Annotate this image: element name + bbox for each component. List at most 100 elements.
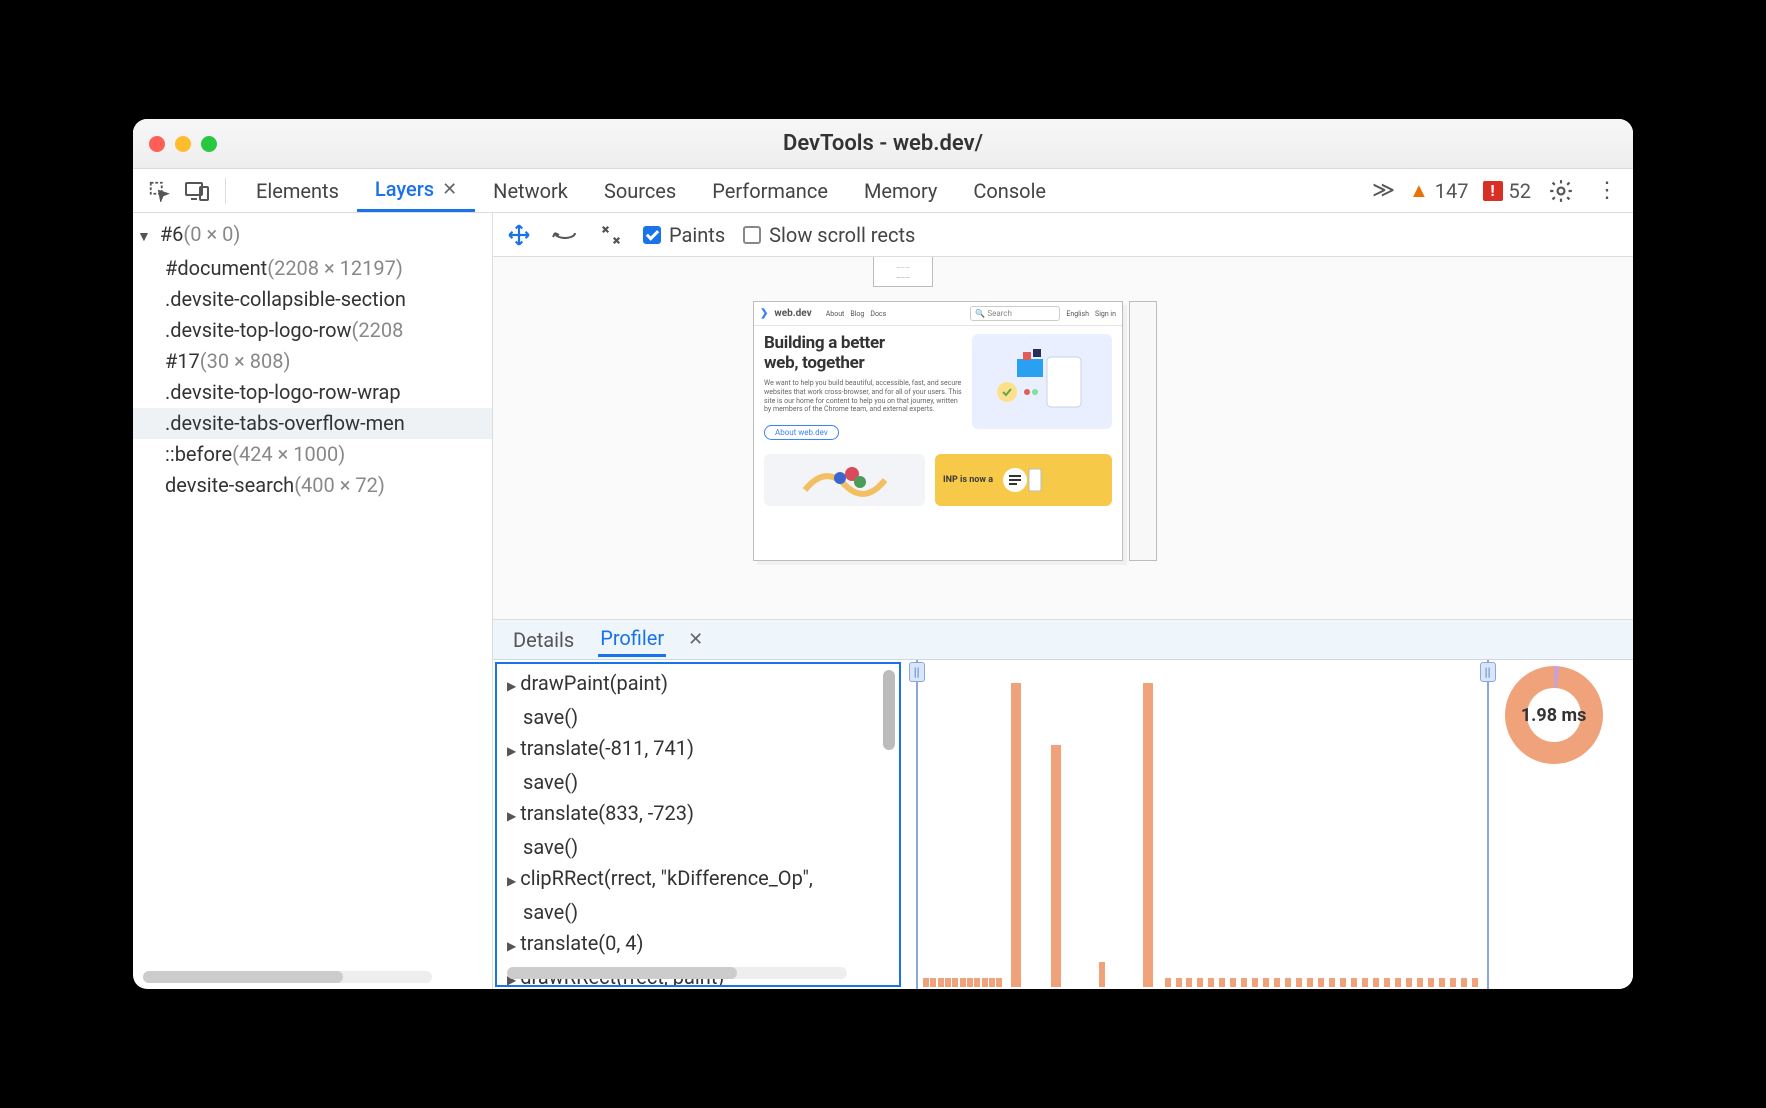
errors-badge[interactable]: ! 52 <box>1483 179 1531 203</box>
commands-hscrollbar[interactable] <box>507 967 847 979</box>
profiler-chart[interactable]: || || 1.98 ms <box>901 660 1633 989</box>
chart-bar <box>1461 978 1467 987</box>
tab-profiler[interactable]: Profiler <box>598 622 666 657</box>
tree-row[interactable]: .devsite-top-logo-row(2208 <box>133 315 492 346</box>
chart-bar <box>1351 978 1357 987</box>
chart-bar <box>952 978 958 987</box>
kebab-menu-icon[interactable]: ⋮ <box>1591 175 1623 207</box>
tree-row-label: devsite-search <box>165 473 294 497</box>
chart-bar <box>930 978 936 987</box>
pan-icon[interactable] <box>505 221 533 249</box>
inspect-element-icon[interactable] <box>143 175 175 207</box>
tab-label: Performance <box>712 179 828 203</box>
nav-blog: Blog <box>850 310 864 318</box>
tree-row[interactable]: #document(2208 × 12197) <box>133 253 492 284</box>
tab-label: Elements <box>256 179 339 203</box>
layer-scrollbar <box>1129 301 1157 561</box>
rotate-icon[interactable] <box>551 221 579 249</box>
commands-vscrollbar[interactable] <box>883 670 895 750</box>
toolbar-right-cluster: ≫ ▲ 147 ! 52 ⋮ <box>1372 175 1623 207</box>
command-row[interactable]: translate(833, -723) <box>507 798 893 832</box>
devtools-window: DevTools - web.dev/ ElementsLayers✕Netwo… <box>133 119 1633 989</box>
tree-row-dim: (400 × 72) <box>294 473 385 497</box>
tree-row[interactable]: .devsite-collapsible-section <box>133 284 492 315</box>
slow-scroll-rects-checkbox[interactable]: Slow scroll rects <box>743 223 915 247</box>
tree-row-label: .devsite-collapsible-section <box>165 287 406 311</box>
range-handle-right[interactable]: || <box>1487 660 1489 989</box>
error-icon: ! <box>1483 181 1503 201</box>
slow-scroll-label: Slow scroll rects <box>769 223 915 247</box>
duration-donut: 1.98 ms <box>1505 666 1603 764</box>
close-tab-icon[interactable]: ✕ <box>688 629 703 650</box>
range-handle-left[interactable]: || <box>916 660 918 989</box>
command-row[interactable]: save() <box>507 897 893 928</box>
tab-label: Memory <box>864 179 937 203</box>
device-toolbar-icon[interactable] <box>181 175 213 207</box>
nav-docs: Docs <box>870 310 886 318</box>
card-illustration-icon <box>800 460 890 500</box>
tree-root[interactable]: #6(0 × 0) <box>133 219 492 253</box>
chart-bar <box>1252 978 1258 987</box>
inp-card-title: INP is now a <box>943 475 993 485</box>
tree-row-dim: (2208 × 12197) <box>267 256 403 280</box>
tab-sources[interactable]: Sources <box>586 169 694 212</box>
tree-row-label: #document <box>165 256 267 280</box>
chart-bar <box>967 978 973 987</box>
paints-checkbox[interactable]: Paints <box>643 223 725 247</box>
warnings-badge[interactable]: ▲ 147 <box>1409 178 1469 203</box>
layer-mini-1: ——— ——— <box>873 257 933 287</box>
chart-bar <box>1051 745 1061 987</box>
tree-row-label: .devsite-top-logo-row <box>165 318 352 342</box>
tree-row[interactable]: .devsite-top-logo-row-wrap <box>133 377 492 408</box>
command-row[interactable]: clipRRect(rrect, "kDifference_Op", <box>507 863 893 897</box>
chart-bar <box>1099 962 1105 987</box>
tab-details[interactable]: Details <box>511 624 576 656</box>
tab-network[interactable]: Network <box>475 169 586 212</box>
main-area: #6(0 × 0) #document(2208 × 12197) .devsit… <box>133 213 1633 989</box>
layer-preview[interactable]: ——— ——— ❯ web.dev About Blog Docs <box>493 257 1633 619</box>
tree-row-label: ::before <box>165 442 232 466</box>
command-row[interactable]: save() <box>507 767 893 798</box>
tree-row[interactable]: .devsite-tabs-overflow-men <box>133 408 492 439</box>
tab-memory[interactable]: Memory <box>846 169 955 212</box>
close-window-button[interactable] <box>149 136 165 152</box>
tree-row[interactable]: devsite-search(400 × 72) <box>133 470 492 501</box>
tab-console[interactable]: Console <box>955 169 1064 212</box>
chart-bar <box>1285 978 1291 987</box>
sidebar-hscrollbar[interactable] <box>143 971 432 983</box>
close-tab-icon[interactable]: ✕ <box>442 179 457 200</box>
tree-row[interactable]: #17(30 × 808) <box>133 346 492 377</box>
settings-icon[interactable] <box>1545 175 1577 207</box>
more-tabs-button[interactable]: ≫ <box>1372 178 1395 203</box>
chart-bar <box>989 978 995 987</box>
tab-elements[interactable]: Elements <box>238 169 357 212</box>
chart-bar <box>1263 978 1269 987</box>
command-row[interactable]: drawPaint(paint) <box>507 668 893 702</box>
signin-label: Sign in <box>1095 310 1116 318</box>
chart-bar <box>1318 978 1324 987</box>
chart-bar <box>1176 978 1182 987</box>
tree-root-label: #6 <box>160 222 184 246</box>
reset-view-icon[interactable] <box>597 221 625 249</box>
chart-bar <box>1186 978 1192 987</box>
tab-label: Sources <box>604 179 676 203</box>
hero-title-line1: Building a better <box>764 334 962 354</box>
tree-row-label: .devsite-top-logo-row-wrap <box>165 380 401 404</box>
command-row[interactable]: translate(-811, 741) <box>507 733 893 767</box>
command-row[interactable]: translate(0, 4) <box>507 928 893 962</box>
main-tab-strip: Elements Layers✕Network Sources Performance… <box>133 169 1633 213</box>
chart-bar <box>1165 978 1171 987</box>
chart-bar <box>1011 683 1021 987</box>
chart-bar <box>923 978 929 987</box>
paints-label: Paints <box>669 223 725 247</box>
zoom-window-button[interactable] <box>201 136 217 152</box>
tab-layers[interactable]: Layers✕ <box>357 169 475 212</box>
toolbar-divider <box>225 178 226 204</box>
minimize-window-button[interactable] <box>175 136 191 152</box>
tab-performance[interactable]: Performance <box>694 169 846 212</box>
layer-main-page: ❯ web.dev About Blog Docs 🔍 Search Engli… <box>753 301 1123 561</box>
command-row[interactable]: save() <box>507 832 893 863</box>
commands-pane[interactable]: drawPaint(paint)save()translate(-811, 74… <box>495 662 901 987</box>
tree-row[interactable]: ::before(424 × 1000) <box>133 439 492 470</box>
command-row[interactable]: save() <box>507 702 893 733</box>
